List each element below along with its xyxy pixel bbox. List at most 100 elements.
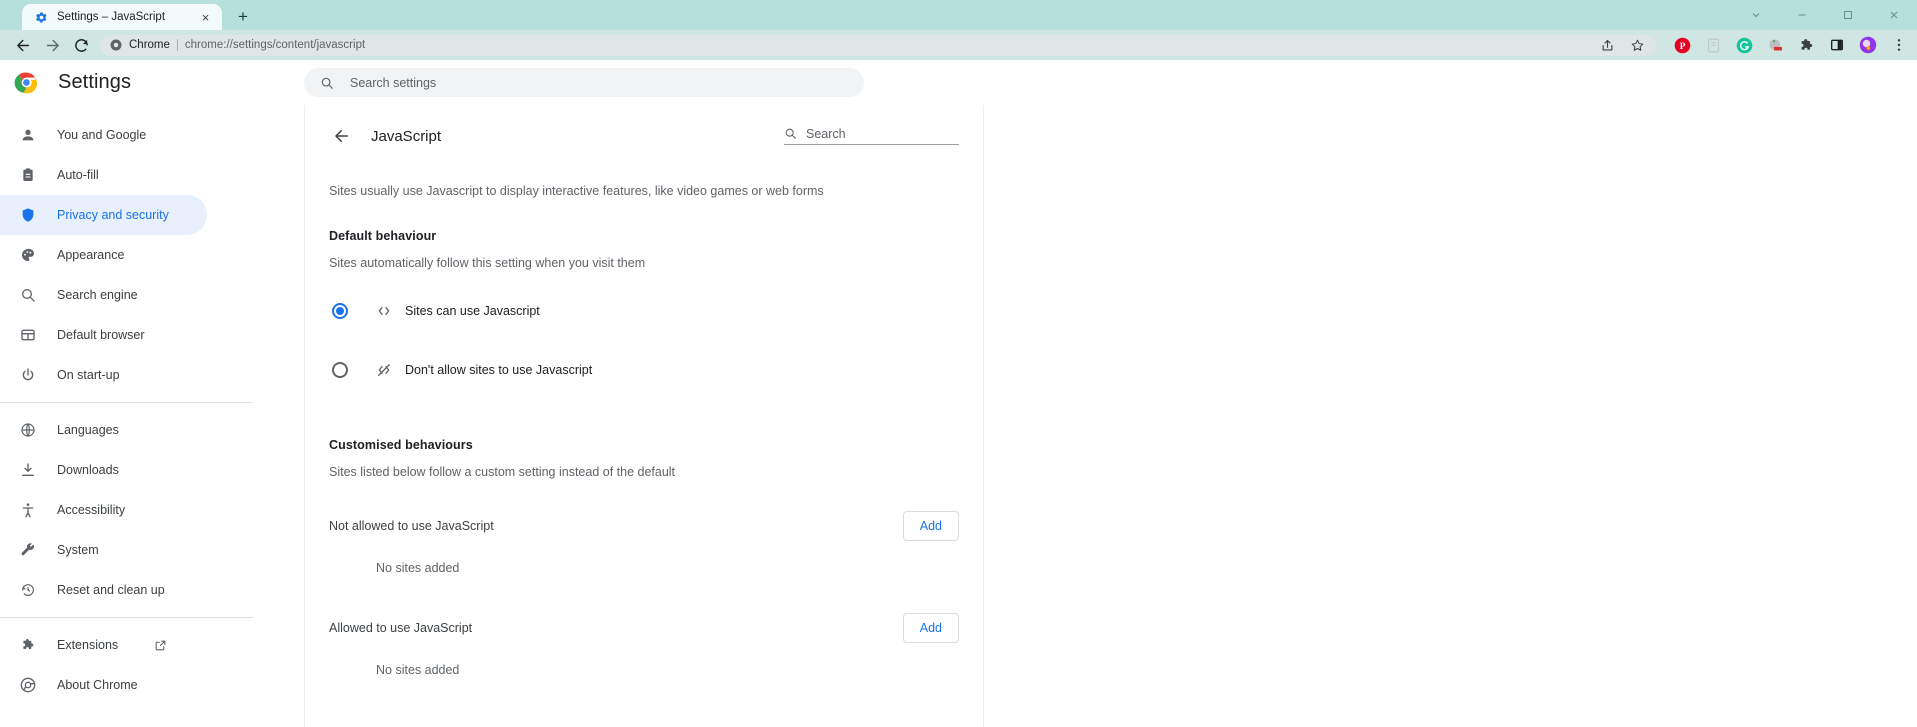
pinterest-extension-icon[interactable]: P bbox=[1673, 36, 1691, 54]
chrome-logo-icon bbox=[14, 70, 39, 95]
person-icon bbox=[19, 127, 36, 144]
sidebar-item-label: About Chrome bbox=[57, 678, 138, 692]
sidebar-item-extensions[interactable]: Extensions bbox=[0, 625, 207, 665]
settings-content: JavaScript Sites usually use Javascript … bbox=[253, 60, 1917, 727]
sidebar-item-on-start-up[interactable]: On start-up bbox=[0, 355, 207, 395]
default-behaviour-radio-group: Sites can use Javascript Don't allow sit… bbox=[329, 291, 959, 390]
sidebar-item-label: Downloads bbox=[57, 463, 119, 477]
tomato-timer-extension-icon[interactable] bbox=[1766, 36, 1784, 54]
code-brackets-slashed-icon bbox=[375, 361, 392, 378]
page-description: Sites usually use Javascript to display … bbox=[329, 184, 824, 198]
allowed-empty-text: No sites added bbox=[376, 662, 460, 677]
sidebar-item-label: Languages bbox=[57, 423, 119, 437]
sidebar-item-accessibility[interactable]: Accessibility bbox=[0, 490, 207, 530]
customised-behaviours-title: Customised behaviours bbox=[329, 437, 473, 452]
default-behaviour-subtitle: Sites automatically follow this setting … bbox=[329, 255, 646, 270]
clipboard-extension-icon[interactable] bbox=[1704, 36, 1722, 54]
minimize-icon[interactable] bbox=[1779, 0, 1825, 30]
sidebar-item-privacy-and-security[interactable]: Privacy and security bbox=[0, 195, 207, 235]
sidebar-item-label: Accessibility bbox=[57, 503, 126, 517]
extension-icons: P bbox=[1662, 36, 1908, 54]
allowed-list-row: Allowed to use JavaScript Add bbox=[329, 611, 959, 645]
clipboard-icon bbox=[19, 167, 36, 184]
sidebar-item-search-engine[interactable]: Search engine bbox=[0, 275, 207, 315]
back-arrow-icon[interactable] bbox=[329, 123, 355, 149]
history-restore-icon bbox=[19, 582, 36, 599]
omnibox-url: chrome://settings/content/javascript bbox=[184, 39, 366, 51]
card-header: JavaScript bbox=[305, 105, 983, 167]
search-icon bbox=[785, 128, 796, 139]
external-link-icon[interactable] bbox=[154, 639, 167, 652]
tab-search-icon[interactable] bbox=[1733, 0, 1779, 30]
not-allowed-empty-text: No sites added bbox=[376, 560, 460, 575]
side-panel-icon[interactable] bbox=[1828, 36, 1846, 54]
sidebar-divider bbox=[0, 402, 253, 403]
bookmark-star-icon[interactable] bbox=[1628, 36, 1646, 54]
close-icon[interactable]: × bbox=[198, 10, 213, 25]
svg-text:P: P bbox=[1679, 41, 1685, 51]
not-allowed-list-row: Not allowed to use JavaScript Add bbox=[329, 509, 959, 543]
radio-option-sites-can-use-javascript[interactable]: Sites can use Javascript bbox=[329, 291, 959, 331]
window-controls bbox=[1733, 0, 1917, 30]
customised-behaviours-section: Customised behaviours Sites listed below… bbox=[329, 438, 959, 677]
add-not-allowed-button[interactable]: Add bbox=[902, 510, 959, 541]
tab-strip: Settings – JavaScript × + bbox=[0, 0, 1917, 30]
wrench-icon bbox=[19, 542, 36, 559]
sidebar-item-languages[interactable]: Languages bbox=[0, 410, 207, 450]
omnibox-chip: Chrome bbox=[129, 39, 170, 51]
tab-title: Settings – JavaScript bbox=[57, 11, 166, 23]
radio-button-unselected[interactable] bbox=[332, 361, 348, 378]
forward-icon[interactable] bbox=[38, 31, 67, 60]
palette-icon bbox=[19, 247, 36, 264]
add-allowed-button[interactable]: Add bbox=[902, 612, 959, 643]
search-icon bbox=[321, 77, 333, 89]
sidebar-item-system[interactable]: System bbox=[0, 530, 207, 570]
maximize-icon[interactable] bbox=[1825, 0, 1871, 30]
settings-search-box[interactable] bbox=[304, 68, 864, 97]
sidebar-item-about-chrome[interactable]: About Chrome bbox=[0, 665, 207, 705]
sidebar-item-you-and-google[interactable]: You and Google bbox=[0, 115, 207, 155]
radio-label: Don't allow sites to use Javascript bbox=[405, 362, 593, 377]
radio-button-selected[interactable] bbox=[332, 302, 348, 319]
sidebar-nav: You and Google Auto-fill Privacy and sec… bbox=[0, 105, 253, 705]
chrome-logo-icon bbox=[110, 39, 122, 51]
card-search-input[interactable] bbox=[806, 127, 967, 141]
sidebar-item-label: System bbox=[57, 543, 99, 557]
sidebar-item-auto-fill[interactable]: Auto-fill bbox=[0, 155, 207, 195]
javascript-settings-card: JavaScript Sites usually use Javascript … bbox=[304, 105, 984, 727]
sidebar-item-downloads[interactable]: Downloads bbox=[0, 450, 207, 490]
code-brackets-icon bbox=[375, 302, 392, 319]
default-behaviour-title: Default behaviour bbox=[329, 228, 437, 243]
share-icon[interactable] bbox=[1598, 36, 1616, 54]
sidebar-item-label: Appearance bbox=[57, 248, 125, 262]
chrome-logo-icon bbox=[19, 677, 36, 694]
settings-sidebar: You and Google Auto-fill Privacy and sec… bbox=[0, 60, 253, 727]
profile-avatar-icon[interactable] bbox=[1859, 36, 1877, 54]
close-window-icon[interactable] bbox=[1871, 0, 1917, 30]
sidebar-item-appearance[interactable]: Appearance bbox=[0, 235, 207, 275]
allowed-list-label: Allowed to use JavaScript bbox=[329, 620, 473, 635]
gear-icon bbox=[36, 11, 47, 23]
settings-page: Settings You and Google Auto-fill bbox=[0, 60, 1917, 727]
page-title: JavaScript bbox=[371, 127, 442, 145]
sidebar-item-label: Extensions bbox=[57, 638, 119, 652]
address-bar[interactable]: Chrome chrome://settings/content/javascr… bbox=[100, 34, 1656, 56]
card-search-box[interactable] bbox=[784, 127, 967, 145]
settings-brand: Settings bbox=[0, 70, 253, 95]
omnibox-actions bbox=[1598, 36, 1646, 54]
new-tab-button[interactable]: + bbox=[230, 3, 256, 29]
puzzle-icon bbox=[19, 637, 36, 654]
browser-toolbar: Chrome chrome://settings/content/javascr… bbox=[0, 30, 1917, 60]
grammarly-extension-icon[interactable] bbox=[1735, 36, 1753, 54]
reload-icon[interactable] bbox=[67, 31, 96, 60]
settings-search-input[interactable] bbox=[350, 75, 848, 90]
back-icon[interactable] bbox=[9, 31, 38, 60]
radio-option-dont-allow-sites-to-use-javascript[interactable]: Don't allow sites to use Javascript bbox=[329, 350, 959, 390]
puzzle-extensions-icon[interactable] bbox=[1797, 36, 1815, 54]
chrome-menu-icon[interactable] bbox=[1890, 36, 1908, 54]
sidebar-item-default-browser[interactable]: Default browser bbox=[0, 315, 207, 355]
sidebar-item-label: Default browser bbox=[57, 328, 145, 342]
sidebar-item-reset-and-clean-up[interactable]: Reset and clean up bbox=[0, 570, 207, 610]
sidebar-divider bbox=[0, 617, 253, 618]
browser-tab[interactable]: Settings – JavaScript × bbox=[22, 4, 222, 30]
